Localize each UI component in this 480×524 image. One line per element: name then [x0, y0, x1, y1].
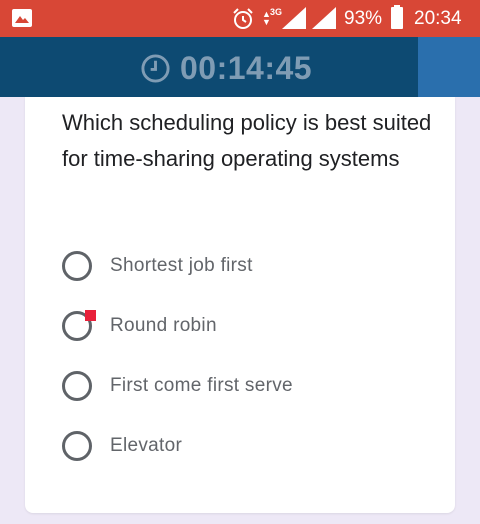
- network-type: 3G: [270, 7, 283, 17]
- radio-button[interactable]: [62, 251, 92, 281]
- network-arrows-icon: ▲ ▼ 3G: [262, 7, 283, 27]
- timer-bar: 00:14:45: [0, 37, 480, 97]
- question-card: Which scheduling policy is best suited f…: [25, 97, 455, 513]
- timer-bar-accent: [418, 37, 480, 97]
- option-label: First come first serve: [110, 375, 293, 396]
- radio-button[interactable]: [62, 310, 96, 341]
- status-bar: ▲ ▼ 3G 93% 20:34: [0, 0, 480, 37]
- option-elevator[interactable]: Elevator: [62, 428, 422, 464]
- battery-percent: 93%: [344, 8, 383, 29]
- question-text: Which scheduling policy is best suited f…: [62, 110, 432, 171]
- option-round-robin[interactable]: Round robin: [62, 308, 422, 344]
- gallery-icon: [12, 9, 32, 27]
- option-label: Shortest job first: [110, 255, 253, 276]
- timer-value: 00:14:45: [180, 50, 313, 86]
- option-label: Round robin: [110, 315, 217, 336]
- marker-icon: [85, 310, 96, 321]
- signal-icon: [312, 7, 336, 29]
- signal-icon: [282, 7, 306, 29]
- status-time: 20:34: [414, 8, 462, 29]
- option-first-come-first-serve[interactable]: First come first serve: [62, 368, 422, 404]
- option-shortest-job-first[interactable]: Shortest job first: [62, 248, 422, 284]
- quiz-timer: 00:14:45: [140, 50, 312, 87]
- radio-button[interactable]: [62, 431, 92, 461]
- clock-icon: [141, 54, 170, 83]
- battery-icon: [391, 5, 403, 29]
- alarm-icon: [233, 8, 253, 29]
- radio-button[interactable]: [62, 371, 92, 401]
- option-label: Elevator: [110, 435, 183, 456]
